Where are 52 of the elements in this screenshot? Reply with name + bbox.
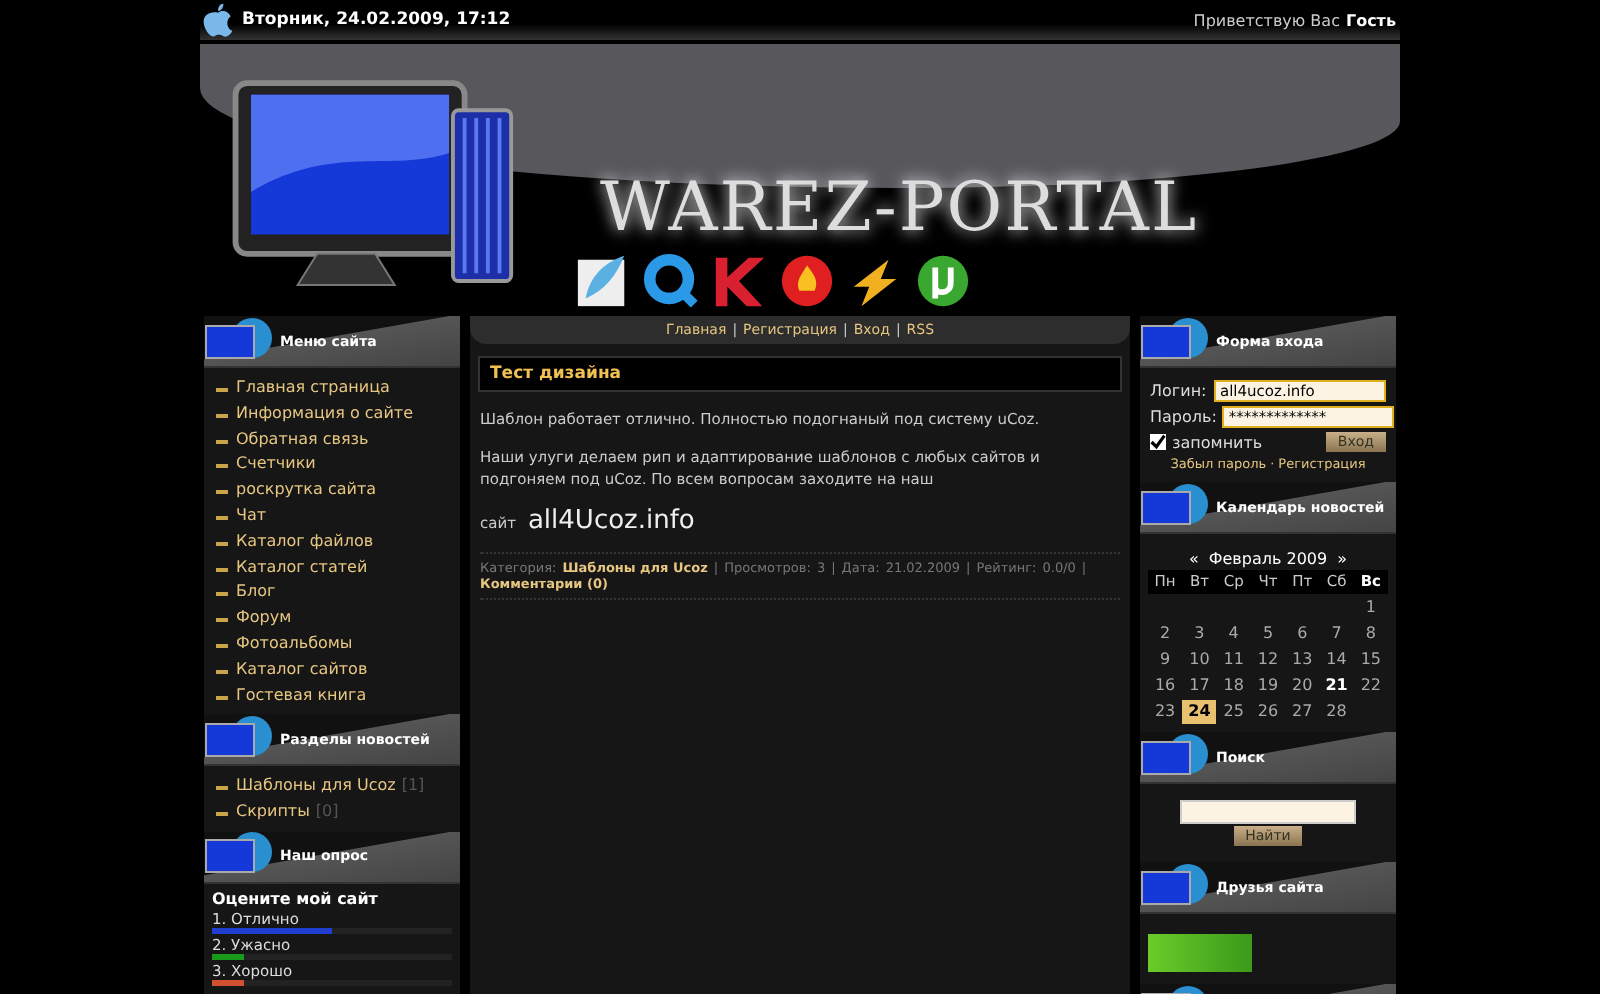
calendar-day: 6 [1285, 622, 1320, 646]
calendar-day: 28 [1319, 700, 1354, 724]
greeting-text: Приветствую Вас [1193, 11, 1340, 29]
poll-question: Оцените мой сайт [212, 889, 380, 910]
calendar-day: 22 [1353, 674, 1388, 698]
category-count: [1] [401, 774, 425, 799]
field-label: Пароль: [1150, 408, 1217, 426]
apple-icon [200, 2, 236, 38]
ring-icon [642, 252, 700, 310]
calendar-day: 11 [1216, 648, 1251, 672]
calendar-day: 23 [1148, 700, 1183, 724]
calendar-day: 27 [1285, 700, 1320, 724]
prev-month-link[interactable]: « [1188, 550, 1199, 568]
calendar-day: 16 [1148, 674, 1183, 698]
checkbox[interactable] [1150, 434, 1166, 450]
calendar-day: 19 [1250, 674, 1286, 698]
calendar-day: 18 [1216, 674, 1251, 698]
calendar-day: 10 [1182, 648, 1217, 672]
calendar-day[interactable]: 24 [1182, 700, 1217, 724]
calendar-day: 12 [1250, 648, 1286, 672]
category-link[interactable]: Скрипты [216, 800, 310, 824]
flame-icon [778, 252, 836, 310]
category-link[interactable]: Шаблоны для Ucoz [216, 774, 396, 799]
calendar-day[interactable]: 21 [1319, 674, 1354, 698]
category-count: [0] [315, 800, 339, 824]
user-name: Гость [1345, 11, 1396, 29]
calendar-day: 17 [1182, 674, 1217, 698]
calendar-day: 1 [1353, 596, 1388, 620]
site-name: all4Ucoz.info [527, 506, 695, 536]
date-text: Вторник, 24.02.2009, 17:12 [242, 10, 511, 30]
calendar-day: 8 [1353, 622, 1388, 646]
calendar-day: 15 [1353, 648, 1388, 672]
calendar-day: 20 [1285, 674, 1320, 698]
calendar-day: 5 [1250, 622, 1286, 646]
site-logo: WAREZ-PORTAL [600, 168, 1199, 248]
next-month-link[interactable]: » [1337, 550, 1348, 568]
calendar-day: 4 [1216, 622, 1251, 646]
field-label: Логин: [1150, 382, 1207, 400]
calendar-day: 14 [1319, 648, 1354, 672]
calendar-day: 7 [1319, 622, 1354, 646]
calendar-day: 25 [1216, 700, 1251, 724]
calendar-month: Февраль 2009 [1208, 550, 1328, 568]
post-title: Тест дизайна [478, 356, 1122, 392]
banner-image[interactable] [1148, 934, 1252, 972]
calendar-day: 2 [1148, 622, 1183, 646]
search-field[interactable] [1180, 800, 1356, 824]
calendar-day: 9 [1148, 648, 1183, 672]
calendar-day: 13 [1285, 648, 1320, 672]
checkbox-label: запомнить [1172, 433, 1263, 451]
calendar-day: 3 [1182, 622, 1217, 646]
circle-icon [914, 252, 972, 310]
calendar-day: 26 [1250, 700, 1286, 724]
